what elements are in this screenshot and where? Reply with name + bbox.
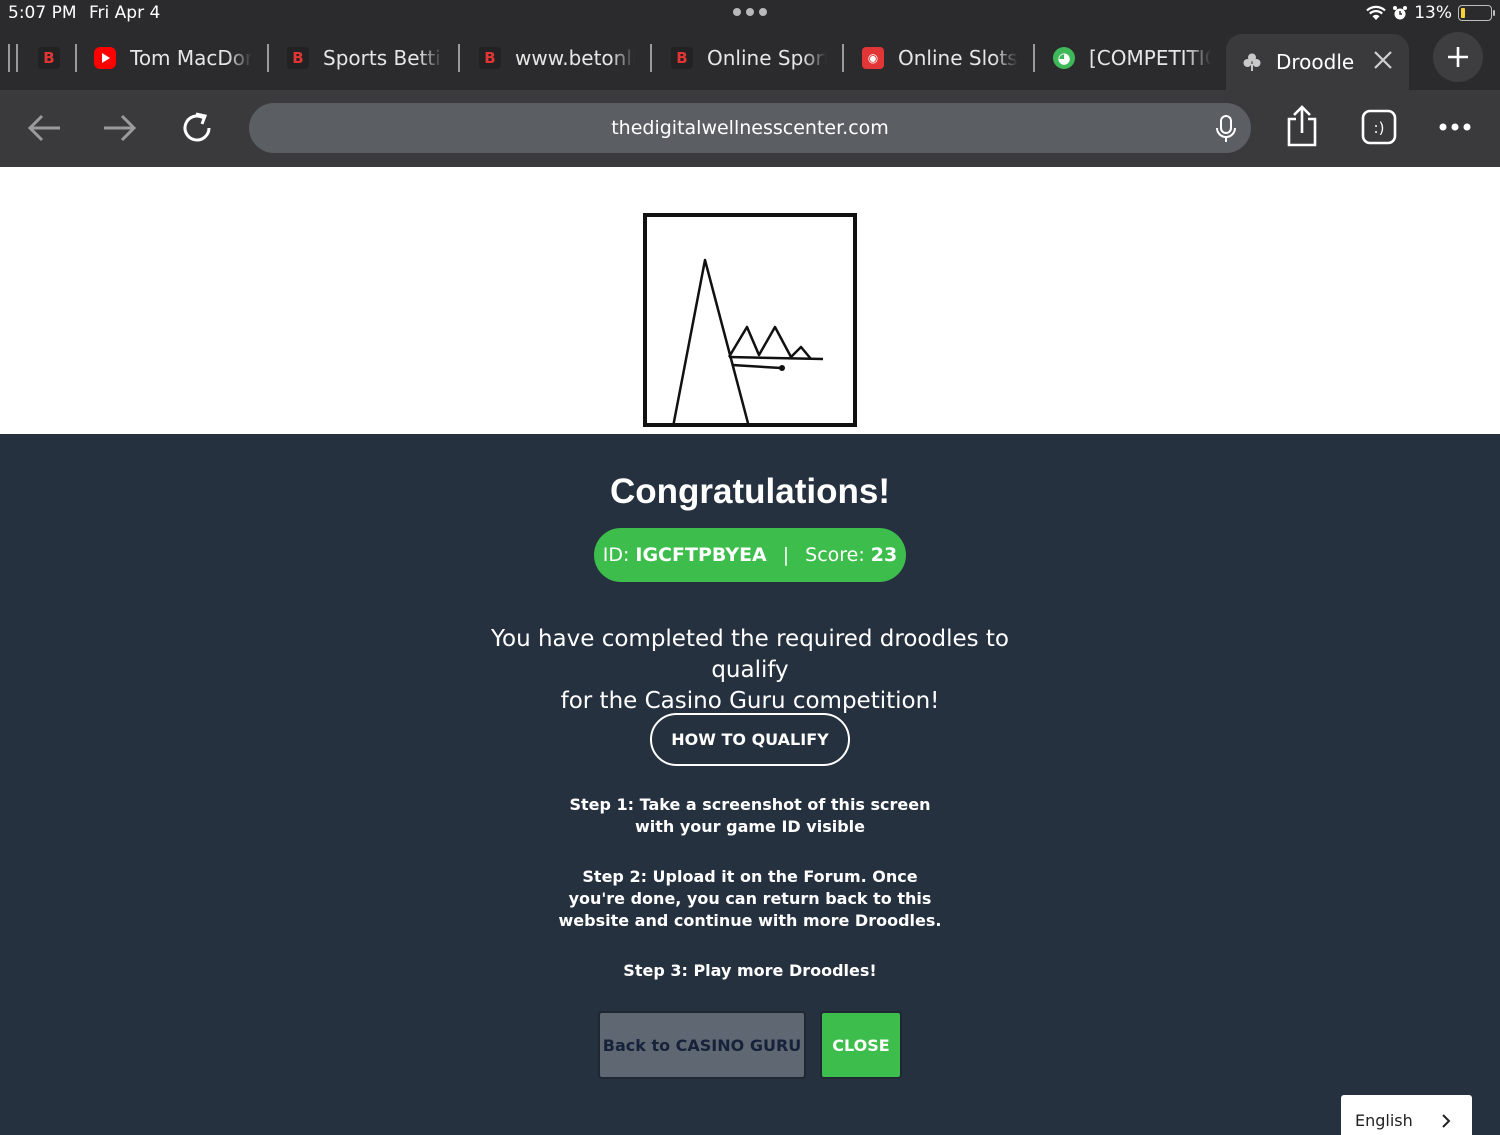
step-3: Step 3: Play more Droodles!: [623, 961, 877, 980]
status-date: Fri Apr 4: [89, 3, 161, 23]
tab-5[interactable]: ◉ Online Slots: [862, 28, 1018, 88]
tab-label: Online Slots: [898, 46, 1018, 70]
tab-separator: [16, 44, 18, 72]
browser-toolbar: thedigitalwellnesscenter.com :): [0, 90, 1500, 167]
close-button[interactable]: CLOSE: [820, 1011, 902, 1079]
battery-icon: [1458, 5, 1495, 21]
score-value: 23: [870, 544, 898, 566]
tab-label: www.betonline: [515, 46, 635, 70]
b-logo-icon: B: [38, 47, 60, 69]
tab-separator: [267, 44, 269, 72]
tab-label: Droodle: [1276, 50, 1355, 74]
step-line: Step 2: Upload it on the Forum. Once: [582, 867, 918, 886]
tab-separator: [842, 44, 844, 72]
how-to-qualify-button[interactable]: HOW TO QUALIFY: [650, 713, 850, 766]
b-logo-icon: B: [479, 47, 501, 69]
battery-level: [1461, 8, 1465, 18]
plus-icon: [1448, 47, 1468, 67]
id-label: ID:: [602, 544, 630, 566]
id-score-badge: ID: IGCFTPBYEA | Score: 23: [594, 528, 906, 582]
b-logo-icon: B: [287, 47, 309, 69]
step-line: Step 1: Take a screenshot of this screen: [569, 795, 931, 814]
clover-icon: [1243, 53, 1261, 71]
globe-icon: ◕: [1053, 47, 1075, 69]
droodle-drawing: [643, 213, 857, 428]
step-line: with your game ID visible: [634, 817, 865, 836]
new-tab-button[interactable]: [1433, 32, 1483, 82]
tab-0[interactable]: B: [38, 28, 62, 88]
step-2: Step 2: Upload it on the Forum. Once you…: [500, 866, 1000, 932]
back-to-casino-guru-button[interactable]: Back to CASINO GURU: [598, 1011, 806, 1079]
droodle-sketch: [671, 258, 824, 428]
slots-icon: ◉: [862, 47, 884, 69]
score-label: Score:: [805, 544, 865, 566]
smiley-extension-icon: :): [1361, 109, 1397, 145]
result-panel: Congratulations! ID: IGCFTPBYEA | Score:…: [0, 434, 1500, 1135]
forward-nav-button[interactable]: [100, 110, 140, 146]
tab-separator: [650, 44, 652, 72]
b-logo-icon: B: [671, 47, 693, 69]
qualification-message: You have completed the required droodles…: [450, 624, 1050, 717]
step-1: Step 1: Take a screenshot of this screen…: [500, 794, 1000, 838]
tab-3[interactable]: B www.betonline: [479, 28, 635, 88]
tab-label: Sports Betting: [323, 46, 443, 70]
tab-separator: [458, 44, 460, 72]
share-button[interactable]: [1282, 104, 1322, 148]
youtube-icon: [94, 47, 116, 69]
more-dots-icon: [1439, 123, 1471, 131]
tab-label: Online Sports: [707, 46, 827, 70]
address-bar[interactable]: thedigitalwellnesscenter.com: [249, 103, 1251, 153]
back-nav-button[interactable]: [24, 110, 64, 146]
tab-separator: [75, 44, 77, 72]
game-id-value: IGCFTPBYEA: [635, 544, 767, 566]
tab-4[interactable]: B Online Sports: [671, 28, 827, 88]
step-line: you're done, you can return back to this: [568, 889, 932, 908]
droodle-area: [0, 167, 1500, 434]
multitasking-dots-icon[interactable]: [733, 8, 767, 18]
wifi-icon: [1366, 5, 1386, 20]
tab-label: Tom MacDonald: [130, 46, 252, 70]
tab-separator: [8, 44, 10, 72]
tab-1[interactable]: Tom MacDonald: [94, 28, 252, 88]
url-text: thedigitalwellnesscenter.com: [611, 117, 889, 139]
reload-button[interactable]: [177, 108, 217, 148]
arrow-left-icon: [27, 114, 60, 142]
microphone-icon[interactable]: [1215, 115, 1237, 143]
arrow-right-icon: [104, 114, 137, 142]
tab-6[interactable]: ◕ [COMPETITION: [1053, 28, 1211, 88]
status-bar: 5:07 PM Fri Apr 4 13%: [0, 0, 1500, 28]
more-menu-button[interactable]: [1436, 115, 1474, 139]
battery-percent: 13%: [1414, 3, 1452, 23]
badge-divider: |: [782, 544, 790, 566]
chevron-right-icon: [1442, 1114, 1451, 1128]
message-line: You have completed the required droodles…: [491, 626, 1009, 683]
extension-button[interactable]: :): [1360, 108, 1398, 146]
page-title: Congratulations!: [610, 472, 890, 511]
share-icon: [1287, 105, 1317, 147]
language-label: English: [1355, 1111, 1413, 1130]
alarm-icon: [1393, 6, 1408, 20]
close-tab-icon[interactable]: [1371, 48, 1395, 72]
tab-separator: [1033, 44, 1035, 72]
tab-label: [COMPETITION: [1089, 46, 1211, 70]
tab-bar: B Tom MacDonald B Sports Betting B www.b…: [0, 28, 1500, 90]
language-selector[interactable]: English: [1341, 1095, 1472, 1135]
reload-icon: [183, 112, 211, 142]
status-time: 5:07 PM: [8, 3, 77, 23]
status-indicators: 13%: [1366, 3, 1495, 23]
tab-active-droodle[interactable]: Droodle: [1226, 34, 1409, 90]
tab-2[interactable]: B Sports Betting: [287, 28, 443, 88]
svg-text::): :): [1374, 119, 1385, 137]
step-line: website and continue with more Droodles.: [558, 911, 942, 930]
